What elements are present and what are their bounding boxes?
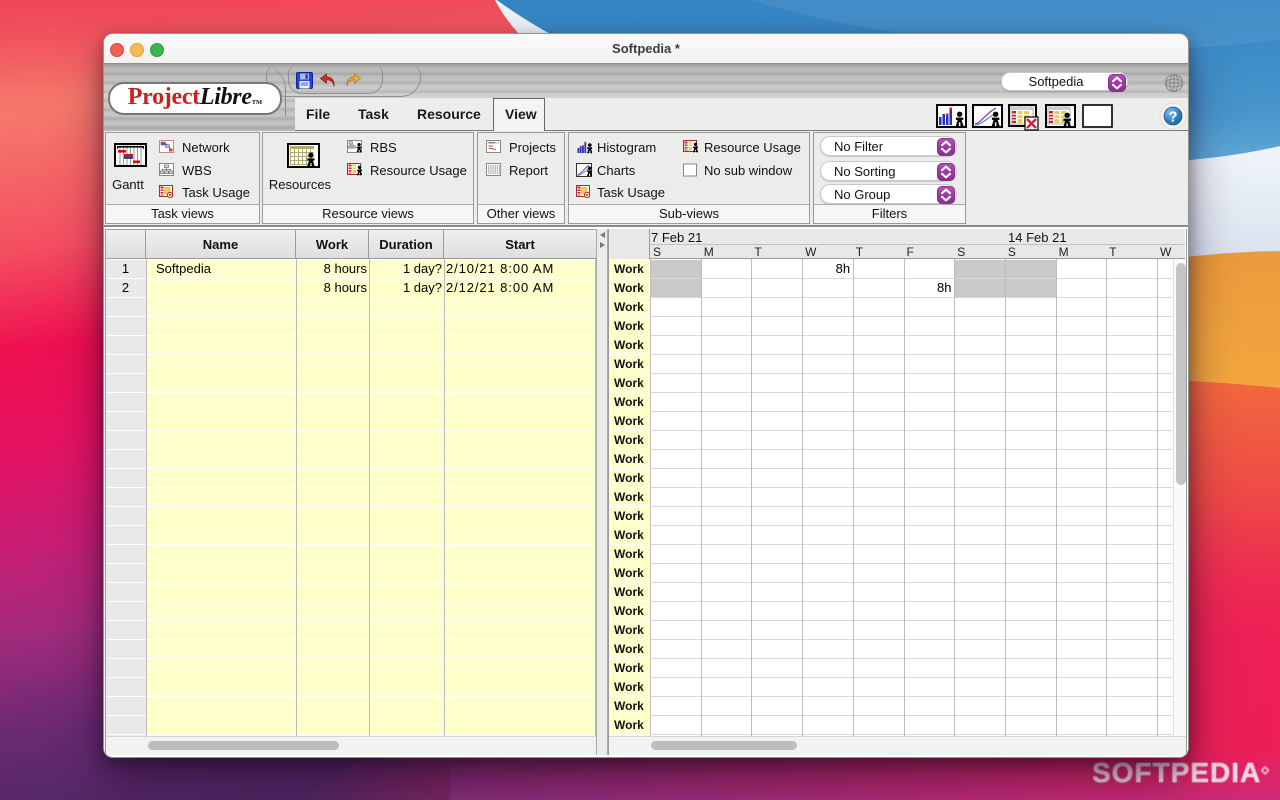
svg-text:?: ? — [1169, 110, 1178, 126]
